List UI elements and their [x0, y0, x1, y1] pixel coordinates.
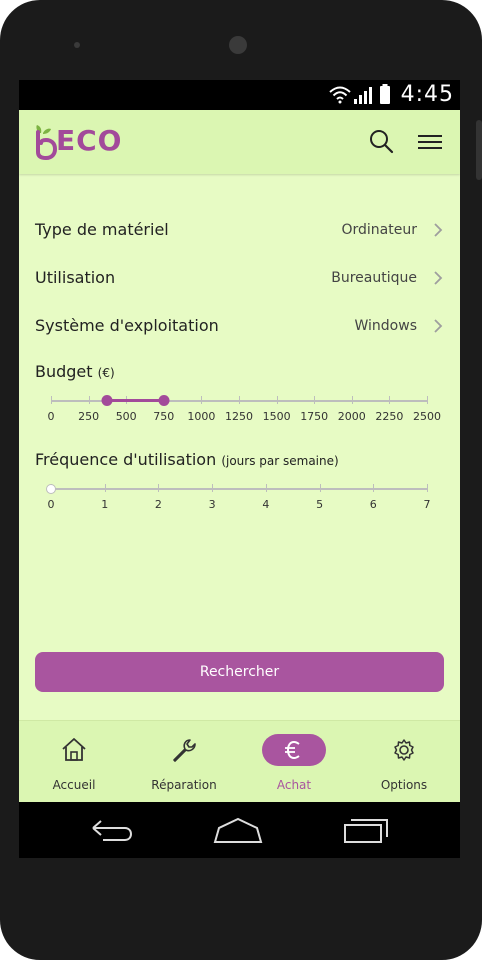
nav-item-achat[interactable]: Achat [249, 734, 339, 795]
slider-tick [389, 396, 391, 404]
budget-unit: (€) [97, 366, 115, 380]
slider-tick [314, 396, 316, 404]
status-icons [329, 84, 390, 104]
slider-tick-label: 250 [78, 410, 100, 423]
slider-range-fill [107, 399, 164, 402]
slider-tick-label: 1500 [262, 410, 291, 423]
wrench-icon [173, 739, 196, 762]
slider-tick [104, 484, 106, 492]
bottom-navigation: Accueil Réparation Achat Options [19, 720, 460, 803]
slider-tick-label: 6 [369, 498, 377, 511]
slider-tick [51, 396, 52, 404]
battery-icon [380, 84, 390, 104]
slider-tick-label: 0 [47, 498, 55, 511]
nav-label: Réparation [151, 778, 217, 792]
nav-label: Options [380, 778, 428, 792]
frequency-slider[interactable]: 0 1 2 3 4 5 6 7 [46, 478, 431, 511]
nav-label: Accueil [52, 778, 96, 792]
slider-tick-label: 7 [423, 498, 431, 511]
slider-thumb-max[interactable] [158, 395, 170, 406]
slider-tick-label: 2500 [413, 410, 441, 423]
filter-label: Utilisation [35, 268, 116, 287]
slider-tick-label: 1 [101, 498, 109, 511]
recents-icon[interactable] [341, 816, 391, 846]
menu-button[interactable] [414, 126, 446, 158]
wifi-icon [329, 86, 351, 104]
purchase-form: Type de matériel Ordinateur Utilisation … [19, 174, 460, 720]
slider-tick [351, 396, 353, 404]
chevron-right-icon [434, 271, 443, 285]
slider-tick-label: 1250 [225, 410, 253, 423]
home-icon [62, 738, 86, 761]
back-icon[interactable] [87, 816, 135, 846]
euro-icon [285, 740, 300, 760]
slider-tick-label: 3 [208, 498, 216, 511]
frequency-title: Fréquence d'utilisation [35, 450, 217, 469]
slider-tick [427, 484, 428, 492]
filter-row-utilisation[interactable]: Utilisation Bureautique [19, 256, 460, 300]
menu-icon [418, 135, 442, 149]
signal-icon [354, 87, 372, 104]
rechercher-button[interactable]: Rechercher [35, 652, 444, 692]
slider-tick-label: 0 [47, 410, 55, 423]
slider-tick-label: 2000 [337, 410, 366, 423]
chevron-right-icon [434, 223, 443, 237]
gear-icon [394, 739, 414, 761]
beco-logo [36, 125, 58, 160]
frequency-label: Fréquence d'utilisation (jours par semai… [35, 450, 339, 469]
slider-tick-label: 2 [154, 498, 162, 511]
slider-tick-label: 1750 [300, 410, 329, 423]
slider-tick [427, 396, 428, 404]
slider-tick [276, 396, 278, 404]
filter-value: Windows [354, 318, 418, 334]
nav-item-options[interactable]: Options [359, 735, 449, 795]
status-time: 4:45 [400, 82, 454, 107]
slider-tick-label: 750 [153, 410, 175, 423]
front-camera [229, 36, 247, 54]
slider-tick [373, 484, 375, 492]
filter-row-type-materiel[interactable]: Type de matériel Ordinateur [19, 208, 460, 252]
budget-title: Budget [35, 362, 93, 381]
nav-item-reparation[interactable]: Réparation [139, 735, 229, 795]
screen: 4:45 ECO Type de matériel Ordinateur Uti… [19, 80, 460, 858]
budget-range-slider[interactable]: 0 250 500 750 1000 1250 1500 1750 2000 2250 2500 [47, 390, 441, 423]
chevron-right-icon [434, 319, 443, 333]
home-nav-icon[interactable] [213, 816, 263, 846]
search-button[interactable] [366, 126, 398, 158]
filter-row-systeme[interactable]: Système d'exploitation Windows [19, 304, 460, 348]
nav-label: Achat [276, 778, 312, 792]
slider-tick-label: 4 [262, 498, 270, 511]
slider-tick [212, 484, 214, 492]
filter-label: Type de matériel [35, 220, 169, 239]
slider-tick [319, 484, 321, 492]
phone-frame: 4:45 ECO Type de matériel Ordinateur Uti… [0, 0, 482, 960]
slider-thumb-min[interactable] [101, 395, 113, 406]
slider-tick [201, 396, 203, 404]
frequency-unit: (jours par semaine) [221, 454, 339, 468]
status-bar: 4:45 [19, 80, 460, 110]
sensor-dot [74, 42, 80, 48]
budget-label: Budget (€) [35, 362, 115, 381]
slider-tick-label: 2250 [375, 410, 404, 423]
slider-track[interactable] [51, 488, 427, 490]
system-navigation-bar [19, 802, 460, 858]
slider-tick-label: 500 [115, 410, 137, 423]
slider-tick [158, 484, 160, 492]
slider-tick-label: 5 [316, 498, 324, 511]
slider-tick [239, 396, 240, 404]
app-bar: ECO [19, 110, 460, 174]
slider-tick [88, 396, 90, 404]
filter-value: Bureautique [331, 270, 417, 286]
slider-tick [265, 484, 267, 492]
filter-label: Système d'exploitation [35, 316, 219, 335]
logo-text: ECO [56, 124, 123, 157]
nav-item-accueil[interactable]: Accueil [29, 735, 119, 795]
filter-value: Ordinateur [341, 222, 418, 238]
phone-side-button [476, 120, 482, 180]
search-icon [370, 130, 394, 154]
slider-tick-label: 1000 [187, 410, 216, 423]
slider-thumb[interactable] [46, 484, 56, 494]
